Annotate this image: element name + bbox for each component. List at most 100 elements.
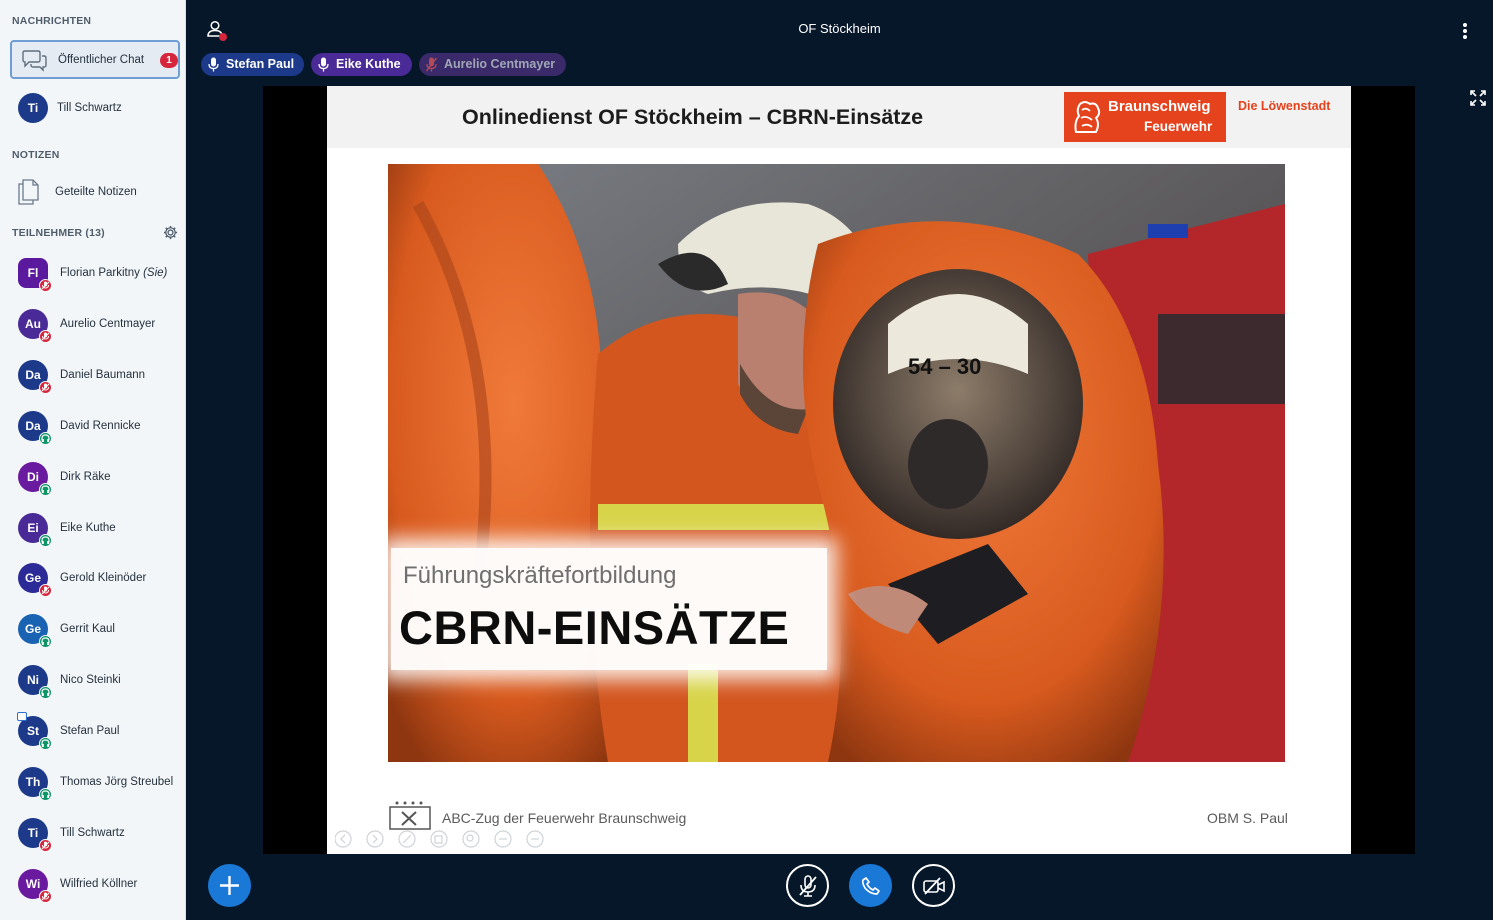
participant-name-text: Gerrit Kaul: [60, 623, 115, 636]
muted-status-icon: [39, 329, 52, 343]
presentation-area: Onlinedienst OF Stöckheim – CBRN-Einsätz…: [263, 86, 1415, 854]
shared-notes-label: Geteilte Notizen: [55, 186, 137, 198]
unread-badge: 1: [160, 53, 178, 68]
participant-name-text: Till Schwartz: [60, 826, 125, 839]
talker-name: Aurelio Centmayer: [444, 57, 556, 71]
listen-only-status-icon: [39, 737, 52, 751]
participant-row[interactable]: Ge Gerrit Kaul: [0, 609, 185, 649]
listen-only-status-icon: [39, 635, 52, 649]
logo-line-1: Braunschweig: [1108, 98, 1211, 115]
microphone-icon: [208, 57, 219, 72]
unmute-button[interactable]: [786, 864, 829, 907]
fullscreen-icon[interactable]: [1470, 90, 1486, 106]
presentation-slide: Onlinedienst OF Stöckheim – CBRN-Einsätz…: [327, 86, 1351, 854]
participant-row[interactable]: Th Thomas Jörg Streubel: [0, 762, 185, 802]
talker-indicator[interactable]: Stefan Paul: [201, 53, 304, 76]
participant-name: Nico Steinki: [60, 674, 121, 686]
logo-line-2: Feuerwehr: [1144, 119, 1213, 134]
meeting-title: OF Stöckheim: [798, 21, 881, 36]
talker-indicator[interactable]: Eike Kuthe: [311, 53, 412, 76]
participant-row[interactable]: Da David Rennicke: [0, 406, 185, 446]
messages-section-title: NACHRICHTEN: [12, 15, 92, 27]
microphone-muted-icon: [798, 874, 817, 897]
talker-name: Stefan Paul: [226, 57, 295, 71]
microphone-icon: [318, 57, 329, 72]
slide-photo: 54 – 30 Führungskräftefortbildung CBRN-E…: [388, 164, 1285, 762]
gear-icon[interactable]: [163, 225, 178, 240]
participant-name-text: Florian Parkitny: [60, 267, 140, 279]
participant-name: David Rennicke: [60, 420, 141, 432]
participant-row[interactable]: St Stefan Paul: [0, 711, 185, 751]
listen-only-status-icon: [39, 482, 52, 496]
muted-status-icon: [39, 584, 52, 598]
participant-name: Florian Parkitny (Sie): [60, 267, 167, 279]
participant-name: Eike Kuthe: [60, 522, 116, 534]
avatar: Ti: [18, 93, 48, 123]
participant-name: Aurelio Centmayer: [60, 318, 155, 330]
abc-zug-logo-icon: [389, 801, 431, 830]
muted-status-icon: [39, 279, 52, 292]
listen-only-status-icon: [39, 788, 52, 801]
private-chat-item[interactable]: Ti Till Schwartz: [0, 89, 185, 129]
participant-name-text: Thomas Jörg Streubel: [60, 776, 174, 788]
listen-only-status-icon: [39, 533, 52, 547]
notes-section-title: NOTIZEN: [12, 149, 60, 161]
shared-notes-item[interactable]: Geteilte Notizen: [0, 172, 185, 212]
participant-name: Dirk Räke: [60, 471, 110, 483]
participant-name-text: Dirk Räke: [60, 470, 111, 483]
presenter-icon: [17, 712, 27, 722]
participant-row[interactable]: Ti Till Schwartz: [0, 813, 185, 853]
leave-audio-button[interactable]: [849, 864, 892, 907]
participant-row[interactable]: Da Daniel Baumann: [0, 355, 185, 395]
lion-emblem-icon: [1074, 101, 1101, 133]
participant-name-text: Eike Kuthe: [60, 521, 116, 534]
more-options-icon[interactable]: [1462, 22, 1468, 40]
private-chat-name: Till Schwartz: [57, 102, 122, 114]
participant-name: Gerrit Kaul: [60, 623, 115, 635]
sidebar: NACHRICHTEN Öffentlicher Chat 1 Ti Till …: [0, 0, 186, 920]
caption-title: CBRN-EINSÄTZE: [399, 601, 790, 654]
talker-name: Eike Kuthe: [336, 57, 401, 71]
slide-toolbar: [335, 830, 544, 848]
helmet-number-label: 54 – 30: [908, 354, 981, 379]
add-actions-button[interactable]: [208, 864, 251, 907]
braunschweig-logo: Braunschweig Feuerwehr: [1064, 92, 1226, 142]
participant-name: Thomas Jörg Streubel: [60, 776, 173, 788]
listen-only-status-icon: [39, 431, 52, 445]
participant-name: Daniel Baumann: [60, 369, 145, 381]
chat-bubble-icon: [22, 50, 47, 72]
participants-section-title: TEILNEHMER (13): [12, 227, 105, 239]
firefighters-illustration: 54 – 30: [388, 164, 1285, 762]
slide-footer-right: OBM S. Paul: [1207, 810, 1288, 826]
muted-status-icon: [39, 838, 52, 852]
public-chat-label: Öffentlicher Chat: [58, 54, 145, 66]
participant-name: Wilfried Köllner: [60, 878, 137, 890]
participant-row[interactable]: Fl Florian Parkitny (Sie): [0, 253, 185, 293]
participant-row[interactable]: Wi Wilfried Köllner: [0, 864, 185, 904]
participant-row[interactable]: Au Aurelio Centmayer: [0, 304, 185, 344]
plus-icon: [220, 876, 239, 895]
participant-row[interactable]: Ni Nico Steinki: [0, 660, 185, 700]
document-icon: [18, 179, 39, 205]
self-marker: (Sie): [143, 267, 168, 279]
main-area: OF Stöckheim Stefan Paul Eike Kuthe Aure…: [186, 0, 1493, 920]
participant-name-text: Daniel Baumann: [60, 368, 146, 381]
talker-indicator-muted[interactable]: Aurelio Centmayer: [419, 53, 566, 76]
participant-name-text: Gerold Kleinöder: [60, 572, 147, 585]
participant-name: Till Schwartz: [60, 827, 125, 839]
slide-footer-left: ABC-Zug der Feuerwehr Braunschweig: [442, 810, 687, 826]
participant-name-text: Wilfried Köllner: [60, 877, 138, 890]
phone-icon: [861, 876, 880, 895]
participant-row[interactable]: Di Dirk Räke: [0, 457, 185, 497]
participant-row[interactable]: Ge Gerold Kleinöder: [0, 558, 185, 598]
participant-name: Stefan Paul: [60, 725, 119, 737]
participant-name-text: Stefan Paul: [60, 725, 120, 738]
muted-status-icon: [39, 889, 52, 903]
caption-subtitle: Führungskräftefortbildung: [403, 562, 677, 589]
slide-title: Onlinedienst OF Stöckheim – CBRN-Einsätz…: [462, 105, 924, 129]
camera-off-icon: [922, 876, 945, 895]
public-chat-item[interactable]: Öffentlicher Chat 1: [10, 40, 180, 79]
participant-row[interactable]: Ei Eike Kuthe: [0, 508, 185, 548]
participant-name-text: Aurelio Centmayer: [60, 317, 156, 330]
share-webcam-button[interactable]: [912, 864, 955, 907]
